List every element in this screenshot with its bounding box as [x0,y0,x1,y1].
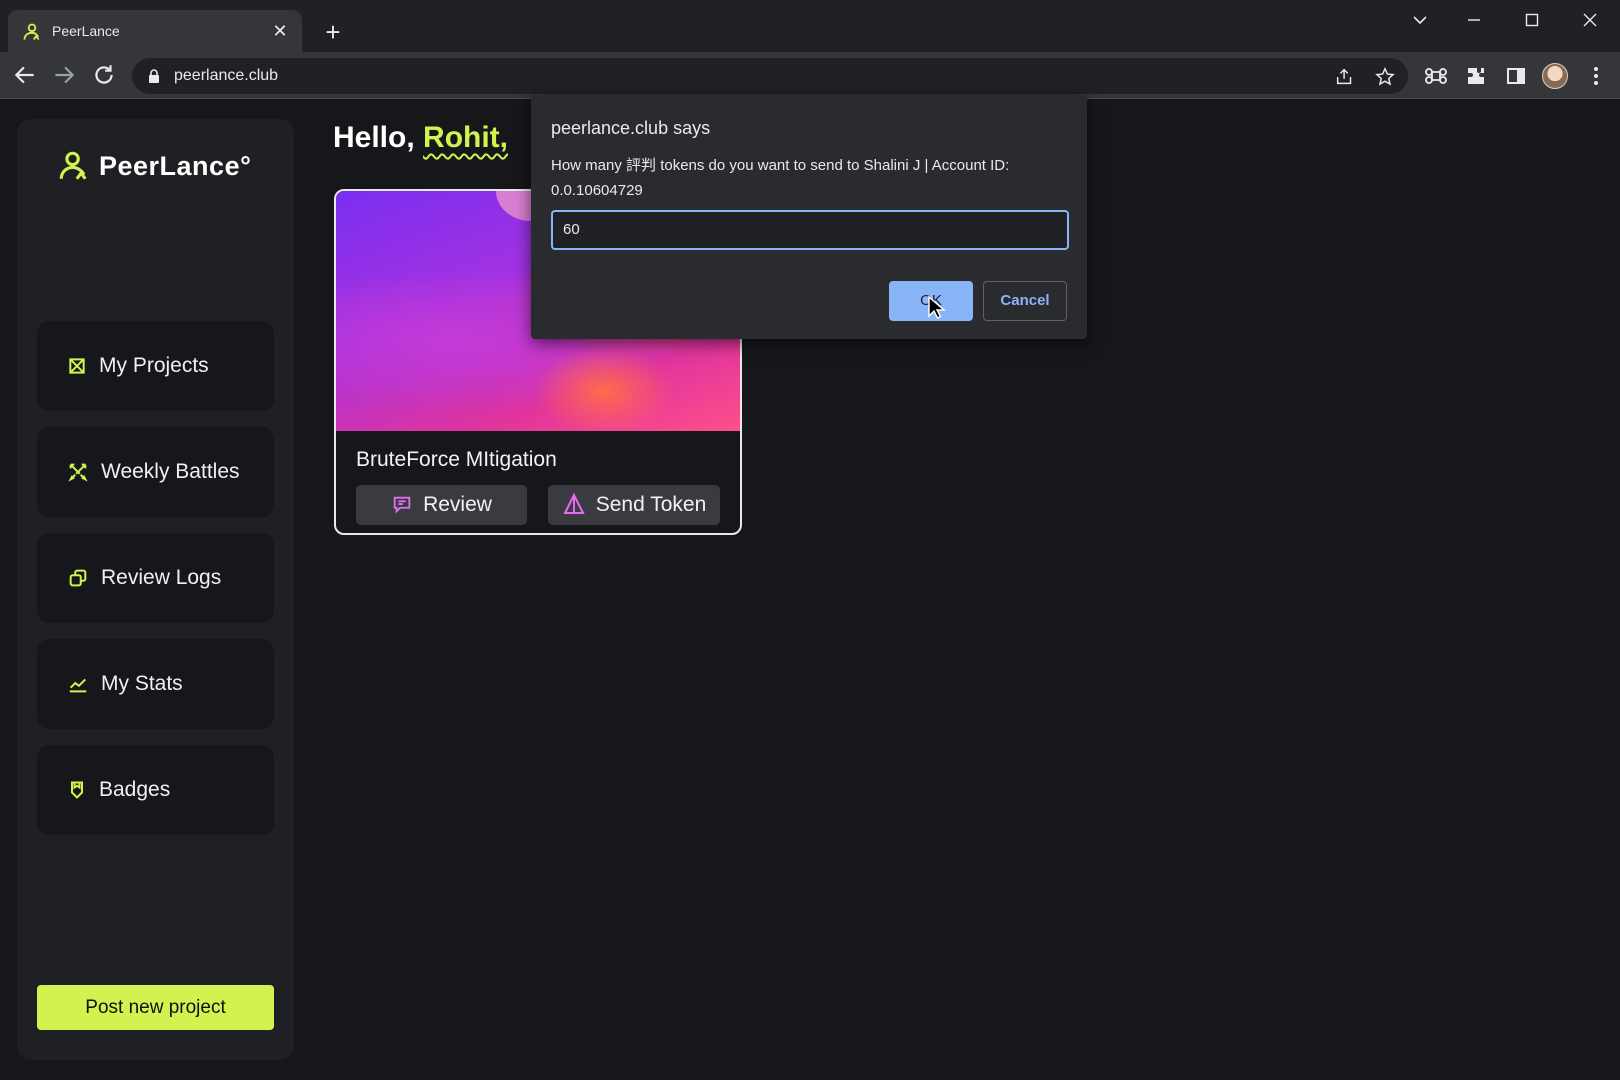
sidebar-item-weekly-battles[interactable]: Weekly Battles [37,427,274,517]
post-new-project-button[interactable]: Post new project [37,985,274,1030]
share-icon[interactable] [1334,66,1356,88]
maximize-icon[interactable] [1510,6,1554,36]
review-button-label: Review [423,493,492,516]
cancel-button[interactable]: Cancel [983,281,1067,321]
extension-command-icon[interactable] [1424,64,1448,88]
side-panel-icon[interactable] [1504,64,1528,88]
sidebar-item-label: Badges [99,778,171,801]
close-tab-icon[interactable]: ✕ [270,21,290,41]
dialog-message: How many 評判 tokens do you want to send t… [551,157,1010,199]
back-arrow-icon[interactable] [12,62,38,88]
sidebar-item-badges[interactable]: Badges [37,745,274,835]
projects-icon [69,358,85,374]
prompt-dialog: peerlance.club says How many 評判 tokens d… [531,95,1087,339]
sidebar-item-label: My Projects [99,354,209,377]
sidebar-item-my-stats[interactable]: My Stats [37,639,274,729]
stats-chart-icon [69,678,87,693]
browser-toolbar: peerlance.club [0,52,1620,99]
send-token-button[interactable]: Send Token [548,485,720,525]
lock-icon[interactable] [148,68,160,84]
sidebar-item-label: Review Logs [101,566,222,589]
project-title: BruteForce MItigation [356,448,557,471]
battles-icon [68,463,88,482]
extensions-puzzle-icon[interactable] [1464,64,1488,88]
sidebar-item-label: My Stats [101,672,183,695]
greeting-prefix: Hello, [333,121,415,154]
address-bar[interactable]: peerlance.club [132,58,1408,94]
new-tab-icon[interactable]: + [320,19,346,46]
bookmark-star-icon[interactable] [1374,66,1396,88]
browser-tab-bar: PeerLance ✕ + [0,0,1620,52]
send-token-button-label: Send Token [595,493,707,516]
token-amount-input[interactable]: 60 [551,210,1069,250]
page-title: Hello, Rohit, [333,121,508,155]
menu-kebab-icon[interactable] [1584,64,1608,88]
mouse-cursor-icon [928,296,946,319]
peerlance-favicon-icon [23,23,40,41]
browser-tab[interactable]: PeerLance ✕ [8,10,302,52]
tab-search-icon[interactable] [1398,6,1442,36]
sidebar-item-review-logs[interactable]: Review Logs [37,533,274,623]
logo-text: PeerLance° [99,150,252,181]
sidebar: PeerLance° My Projects Weekly Battles Re… [17,119,294,1060]
review-logs-icon [69,569,87,587]
dialog-title: peerlance.club says [551,118,711,138]
sidebar-item-label: Weekly Battles [101,460,240,483]
profile-avatar[interactable] [1542,63,1568,89]
token-pyramid-icon [563,493,585,514]
minimize-icon[interactable] [1452,6,1496,36]
forward-arrow-icon[interactable] [51,62,77,88]
close-window-icon[interactable] [1568,6,1612,36]
reload-icon[interactable] [91,62,117,88]
badge-icon [71,781,83,799]
app-logo[interactable]: PeerLance° [57,149,251,183]
url-text[interactable]: peerlance.club [174,67,278,85]
peerlance-logo-icon [59,151,87,180]
tab-title: PeerLance [52,23,120,39]
review-button[interactable]: Review [356,485,527,525]
user-name: Rohit, [423,121,509,154]
sidebar-item-my-projects[interactable]: My Projects [37,321,274,411]
review-comment-icon [393,496,411,514]
